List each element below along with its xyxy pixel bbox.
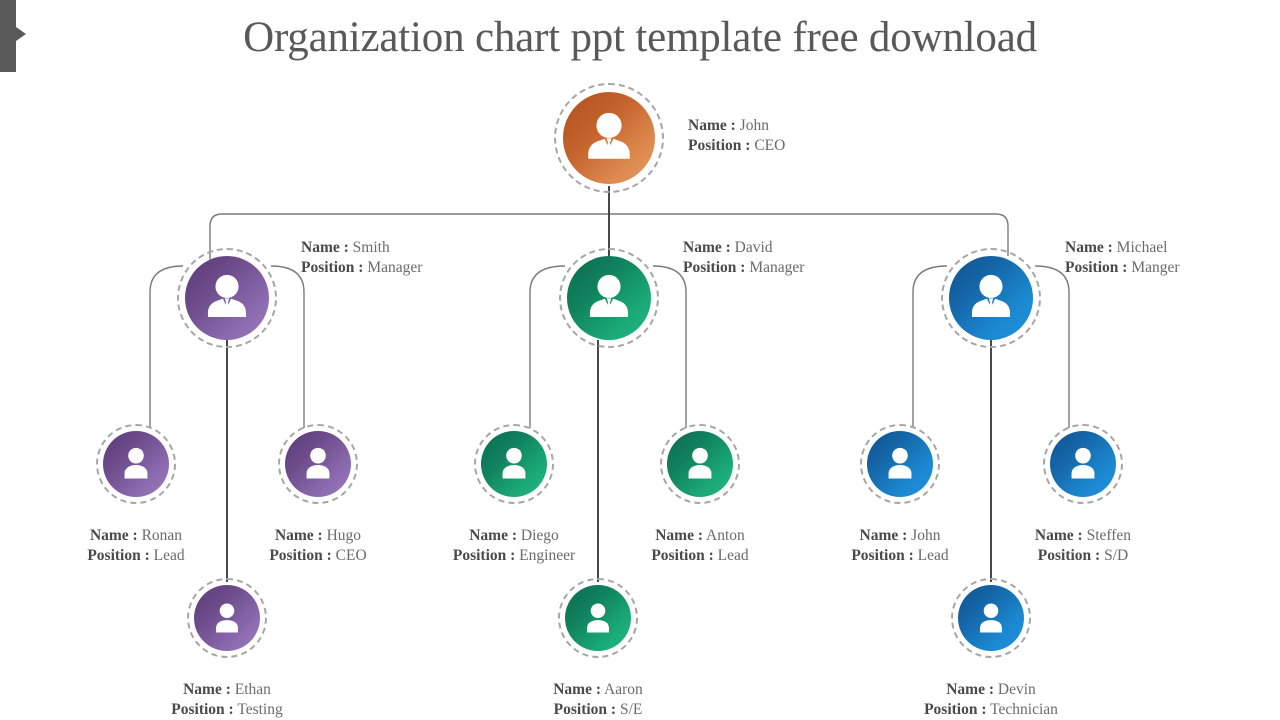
position-value: S/D xyxy=(1104,546,1129,564)
position-value: S/E xyxy=(619,700,643,718)
name-key: Name : xyxy=(688,117,736,134)
user-plain-icon xyxy=(201,592,253,644)
node-position-row: Position : CEO xyxy=(688,136,785,156)
position-key: Position : xyxy=(1037,546,1101,564)
name-value: David xyxy=(734,239,773,256)
position-value: Manager xyxy=(749,258,805,276)
org-node-john2[interactable] xyxy=(867,431,933,497)
node-name-row: Name : Michael xyxy=(1065,238,1180,258)
name-key: Name : xyxy=(1065,239,1113,256)
name-value: John xyxy=(739,117,769,134)
user-plain-icon xyxy=(965,592,1017,644)
name-value: Devin xyxy=(997,681,1036,698)
node-name-row: Name : Steffen xyxy=(933,526,1233,546)
org-node-ethan[interactable] xyxy=(194,585,260,651)
node-position-row: Position : S/E xyxy=(448,700,748,720)
position-value: Technician xyxy=(990,700,1058,718)
name-value: Steffen xyxy=(1086,527,1132,544)
position-value: Testing xyxy=(237,700,283,718)
node-position-row: Position : Testing xyxy=(77,700,377,720)
position-key: Position : xyxy=(553,700,617,718)
user-plain-icon xyxy=(572,592,624,644)
org-node-john[interactable] xyxy=(563,92,655,184)
person-icon xyxy=(292,438,344,490)
node-position-row: Position : Manager xyxy=(301,258,422,278)
name-key: Name : xyxy=(301,239,349,256)
org-node-anton[interactable] xyxy=(667,431,733,497)
page-title: Organization chart ppt template free dow… xyxy=(243,14,1037,61)
position-key: Position : xyxy=(651,546,714,564)
position-value: CEO xyxy=(335,546,367,564)
position-value: Manger xyxy=(1131,258,1180,276)
org-node-devin[interactable] xyxy=(958,585,1024,651)
node-name-row: Name : Aaron xyxy=(448,680,748,700)
position-key: Position : xyxy=(452,546,516,564)
business-person-icon xyxy=(575,264,643,332)
position-value: Lead xyxy=(717,546,749,564)
node-position-row: Position : Manger xyxy=(1065,258,1180,278)
name-key: Name : xyxy=(655,527,703,544)
org-node-aaron[interactable] xyxy=(565,585,631,651)
node-name-row: Name : David xyxy=(683,238,804,258)
name-key: Name : xyxy=(1034,527,1083,544)
org-node-michael[interactable] xyxy=(949,256,1033,340)
org-node-smith[interactable] xyxy=(185,256,269,340)
position-value: Manager xyxy=(367,258,423,276)
person-icon xyxy=(110,438,162,490)
business-person-icon xyxy=(193,264,261,332)
node-label-john: Name : John Position : CEO xyxy=(688,116,785,155)
name-key: Name : xyxy=(859,527,908,544)
position-key: Position : xyxy=(851,546,914,564)
position-key: Position : xyxy=(1065,258,1128,276)
org-node-steffen[interactable] xyxy=(1050,431,1116,497)
name-key: Name : xyxy=(469,527,517,544)
org-node-david[interactable] xyxy=(567,256,651,340)
org-node-diego[interactable] xyxy=(481,431,547,497)
node-label-steffen: Name : Steffen Position : S/D xyxy=(933,526,1233,565)
node-name-row: Name : Smith xyxy=(301,238,422,258)
position-value: CEO xyxy=(754,136,786,154)
position-key: Position : xyxy=(301,258,364,276)
name-key: Name : xyxy=(946,681,994,698)
person-icon xyxy=(1057,438,1109,490)
node-label-david: Name : David Position : Manager xyxy=(683,238,804,277)
position-key: Position : xyxy=(87,546,150,564)
business-person-icon xyxy=(572,101,646,175)
business-person-icon xyxy=(957,264,1025,332)
node-name-row: Name : Ethan xyxy=(77,680,377,700)
name-key: Name : xyxy=(683,239,731,256)
node-label-aaron: Name : Aaron Position : S/E xyxy=(448,680,748,719)
org-node-hugo[interactable] xyxy=(285,431,351,497)
node-label-smith: Name : Smith Position : Manager xyxy=(301,238,422,277)
name-value: Smith xyxy=(352,239,390,256)
node-label-devin: Name : Devin Position : Technician xyxy=(841,680,1141,719)
org-node-ronan[interactable] xyxy=(103,431,169,497)
node-label-michael: Name : Michael Position : Manger xyxy=(1065,238,1180,277)
node-name-row: Name : John xyxy=(688,116,785,136)
person-icon xyxy=(488,438,540,490)
name-key: Name : xyxy=(274,527,323,544)
name-key: Name : xyxy=(553,681,601,698)
position-key: Position : xyxy=(683,258,746,276)
name-key: Name : xyxy=(89,527,138,544)
position-key: Position : xyxy=(171,700,234,718)
person-icon xyxy=(874,438,926,490)
position-key: Position : xyxy=(269,546,332,564)
name-key: Name : xyxy=(183,681,231,698)
person-icon xyxy=(674,438,726,490)
node-label-ethan: Name : Ethan Position : Testing xyxy=(77,680,377,719)
name-value: Michael xyxy=(1116,239,1168,256)
node-position-row: Position : S/D xyxy=(933,546,1233,566)
node-position-row: Position : Manager xyxy=(683,258,804,278)
node-position-row: Position : Technician xyxy=(841,700,1141,720)
name-value: Hugo xyxy=(326,527,362,544)
node-name-row: Name : Devin xyxy=(841,680,1141,700)
name-value: Aaron xyxy=(604,681,643,698)
name-value: Anton xyxy=(706,527,745,544)
position-key: Position : xyxy=(924,700,987,718)
name-value: Ethan xyxy=(234,681,271,698)
position-key: Position : xyxy=(688,136,751,154)
